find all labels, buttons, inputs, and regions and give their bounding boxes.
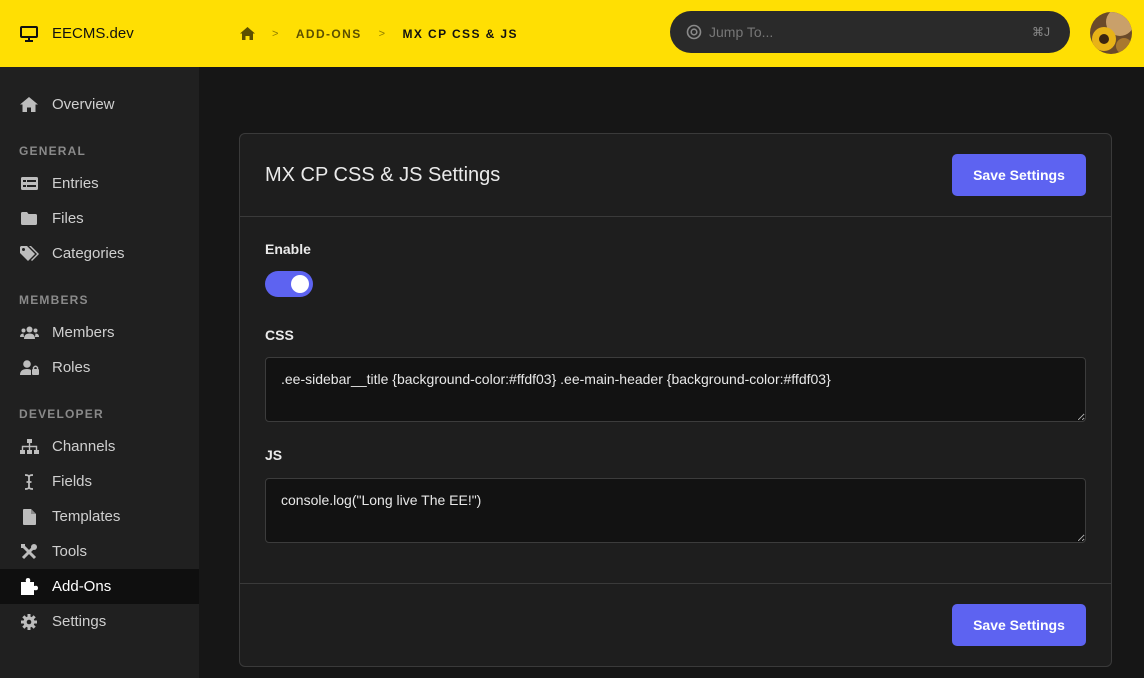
avatar-image (1090, 12, 1132, 54)
sidebar-item-label: Channels (52, 438, 116, 455)
sidebar-item-label: Categories (52, 245, 125, 262)
sidebar-item-settings[interactable]: Settings (0, 604, 199, 639)
js-label: JS (265, 447, 283, 463)
sidebar-item-label: Members (52, 324, 115, 341)
sidebar-item-label: Add-Ons (52, 578, 112, 595)
sidebar-item-label: Overview (52, 96, 115, 113)
gear-icon (19, 613, 39, 631)
panel-footer: Save Settings (240, 583, 1111, 667)
css-textarea[interactable]: .ee-sidebar__title {background-color:#ff… (265, 357, 1086, 422)
sidebar-item-channels[interactable]: Channels (0, 429, 199, 464)
jump-shortcut-hint: ⌘J (1032, 25, 1050, 39)
puzzle-piece-icon (19, 578, 39, 596)
css-label: CSS (265, 327, 294, 343)
tags-icon (19, 245, 39, 263)
home-icon (19, 96, 39, 114)
breadcrumb-addons-link[interactable]: ADD-ONS (296, 27, 362, 41)
sidebar-item-categories[interactable]: Categories (0, 236, 199, 271)
users-icon (19, 324, 39, 342)
breadcrumb-current: MX CP CSS & JS (402, 26, 518, 41)
folder-icon (19, 210, 39, 228)
sidebar-item-entries[interactable]: Entries (0, 166, 199, 201)
sidebar-heading-general: GENERAL (19, 144, 87, 158)
save-settings-button-top[interactable]: Save Settings (952, 154, 1086, 196)
avatar[interactable] (1090, 12, 1132, 54)
enable-toggle[interactable] (265, 271, 313, 297)
sidebar-item-label: Roles (52, 359, 91, 376)
page-title: MX CP CSS & JS Settings (265, 164, 501, 186)
sidebar: Overview GENERAL Entries Files Categorie… (0, 67, 199, 678)
home-icon[interactable] (240, 27, 255, 40)
sidebar-item-files[interactable]: Files (0, 201, 199, 236)
tools-icon (19, 543, 39, 561)
entries-icon (19, 175, 39, 193)
sidebar-item-roles[interactable]: Roles (0, 350, 199, 385)
sidebar-item-label: Tools (52, 543, 88, 560)
sidebar-item-tools[interactable]: Tools (0, 534, 199, 569)
panel-header: MX CP CSS & JS Settings Save Settings (240, 134, 1111, 217)
save-settings-button-bottom[interactable]: Save Settings (952, 604, 1086, 646)
sidebar-heading-developer: DEVELOPER (19, 407, 104, 421)
enable-label: Enable (265, 241, 311, 257)
sidebar-item-label: Files (52, 210, 84, 227)
breadcrumb: > ADD-ONS > MX CP CSS & JS (240, 0, 518, 67)
file-icon (19, 508, 39, 526)
sidebar-item-label: Fields (52, 473, 93, 490)
site-name: EECMS.dev (52, 25, 134, 42)
breadcrumb-separator: > (378, 27, 387, 40)
top-header: EECMS.dev > ADD-ONS > MX CP CSS & JS ⌘J (0, 0, 1144, 67)
monitor-icon (20, 25, 38, 42)
sidebar-heading-members: MEMBERS (19, 293, 89, 307)
text-cursor-icon (19, 473, 39, 491)
settings-panel: MX CP CSS & JS Settings Save Settings En… (239, 133, 1112, 667)
site-title-link[interactable]: EECMS.dev (0, 0, 199, 67)
jump-to-input[interactable] (709, 24, 1032, 40)
sitemap-icon (19, 438, 39, 456)
js-textarea[interactable]: console.log("Long live The EE!") (265, 478, 1086, 543)
sidebar-item-fields[interactable]: Fields (0, 464, 199, 499)
jump-to-bar[interactable]: ⌘J (670, 11, 1070, 53)
sidebar-item-label: Templates (52, 508, 121, 525)
breadcrumb-separator: > (272, 27, 280, 40)
sidebar-item-overview[interactable]: Overview (0, 87, 199, 122)
toggle-knob (291, 275, 309, 293)
sidebar-item-templates[interactable]: Templates (0, 499, 199, 534)
sidebar-item-label: Entries (52, 175, 99, 192)
sidebar-item-members[interactable]: Members (0, 315, 199, 350)
target-icon (686, 24, 702, 40)
sidebar-item-label: Settings (52, 613, 107, 630)
user-lock-icon (19, 359, 39, 377)
sidebar-item-addons[interactable]: Add-Ons (0, 569, 199, 604)
